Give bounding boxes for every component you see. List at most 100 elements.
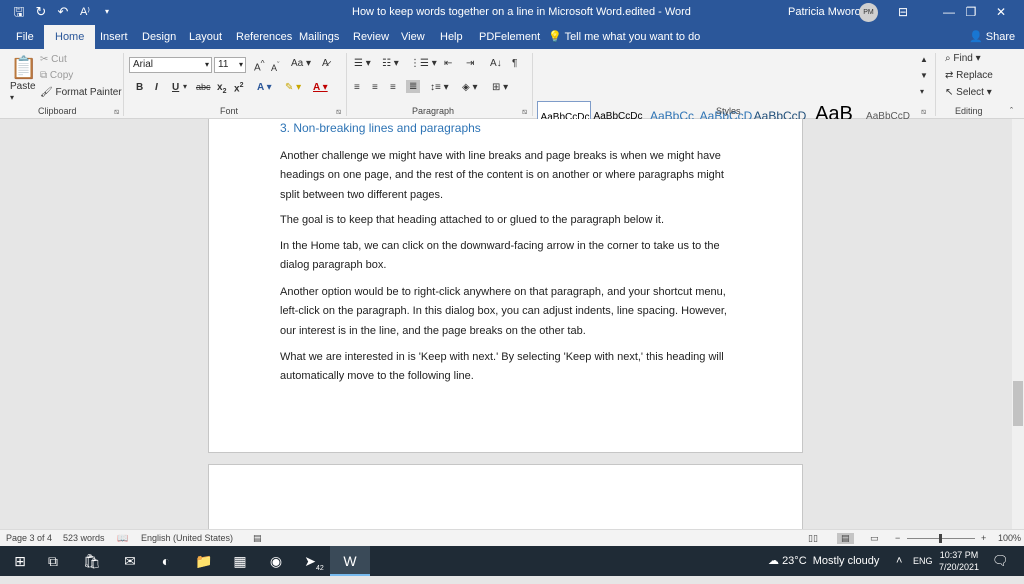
read-aloud-icon[interactable]: A⁾	[74, 3, 96, 21]
ribbon-display-icon[interactable]: ⊟	[880, 0, 926, 25]
numbering-icon[interactable]: ☷ ▾	[382, 58, 399, 69]
zoom-out-button[interactable]: −	[895, 533, 900, 543]
sort-icon[interactable]: A↓	[490, 58, 502, 69]
italic-button[interactable]: I	[155, 82, 158, 93]
clipboard-launcher-icon[interactable]: ⧅	[114, 107, 119, 117]
chevron-down-icon[interactable]: ▾	[183, 82, 187, 91]
share-button[interactable]: 👤 Share	[969, 25, 1015, 49]
undo-icon[interactable]: ↶	[52, 3, 74, 21]
notification-icon[interactable]: 🗨	[992, 546, 1009, 576]
styles-scroll-down-icon[interactable]: ▼	[920, 71, 928, 80]
tab-references[interactable]: References	[234, 25, 294, 49]
tab-review[interactable]: Review	[351, 25, 391, 49]
align-left-icon[interactable]: ≡	[354, 82, 360, 93]
cut-button[interactable]: ✂ Cut	[40, 54, 67, 65]
zoom-slider-thumb[interactable]	[939, 534, 942, 543]
text-effects-icon[interactable]: A ▾	[257, 82, 272, 93]
tab-file[interactable]: File	[14, 25, 36, 49]
file-explorer-icon[interactable]: 📁	[184, 546, 224, 576]
proofing-icon[interactable]: 📖	[117, 533, 128, 544]
grow-font-button[interactable]: A^	[254, 58, 265, 73]
autosave-icon[interactable]: ↻	[30, 3, 52, 21]
tab-help[interactable]: Help	[438, 25, 465, 49]
zoom-in-button[interactable]: +	[981, 533, 986, 543]
font-size-box[interactable]: 11 ▾	[214, 57, 246, 73]
paragraph-launcher-icon[interactable]: ⧅	[522, 107, 527, 117]
chevron-up-icon[interactable]: ˄	[896, 546, 902, 576]
find-button[interactable]: ⌕ Find ▾	[945, 53, 981, 64]
vertical-scrollbar[interactable]	[1012, 119, 1024, 529]
line-spacing-icon[interactable]: ↕≡ ▾	[430, 82, 449, 93]
replace-button[interactable]: ⇄ Replace	[945, 70, 993, 81]
font-launcher-icon[interactable]: ⧅	[336, 107, 341, 117]
increase-indent-icon[interactable]: ⇥	[466, 58, 474, 69]
page-count[interactable]: Page 3 of 4	[6, 533, 52, 543]
document-page[interactable]: 3. Non-breaking lines and paragraphs Ano…	[208, 119, 803, 453]
mail-icon[interactable]: ✉	[110, 546, 150, 576]
read-mode-icon[interactable]: ▯▯	[808, 533, 818, 544]
underline-button[interactable]: U	[172, 82, 179, 93]
multilevel-list-icon[interactable]: ⋮☰ ▾	[410, 58, 437, 69]
web-layout-icon[interactable]: ▭	[870, 533, 879, 544]
edge-icon[interactable]: ◐	[146, 546, 186, 576]
paste-dropdown-icon[interactable]: ▾	[10, 93, 14, 102]
tell-me-box[interactable]: 💡 Tell me what you want to do	[548, 25, 700, 49]
shading-icon[interactable]: ◈ ▾	[462, 82, 478, 93]
save-icon[interactable]: 🖫	[8, 3, 30, 21]
tab-view[interactable]: View	[399, 25, 427, 49]
body-paragraph[interactable]: Another option would be to right-click a…	[280, 283, 732, 341]
copy-button[interactable]: ⧉ Copy	[40, 70, 73, 81]
close-button[interactable]: ✕	[978, 0, 1024, 25]
scrollbar-thumb[interactable]	[1013, 381, 1023, 426]
decrease-indent-icon[interactable]: ⇤	[444, 58, 452, 69]
font-name-box[interactable]: Arial ▾	[129, 57, 212, 73]
tab-design[interactable]: Design	[140, 25, 178, 49]
chevron-down-icon[interactable]: ▾	[239, 58, 243, 72]
telegram-icon[interactable]: ➤42	[294, 546, 334, 576]
tab-insert[interactable]: Insert	[98, 25, 130, 49]
document-canvas[interactable]: 3. Non-breaking lines and paragraphs Ano…	[0, 119, 1024, 529]
tab-pdfelement[interactable]: PDFelement	[477, 25, 542, 49]
font-color-icon[interactable]: A ▾	[313, 82, 328, 93]
body-paragraph[interactable]: The goal is to keep that heading attache…	[280, 211, 732, 230]
store-icon[interactable]: 🛍	[72, 546, 112, 576]
superscript-button[interactable]: x2	[234, 82, 243, 94]
strikethrough-button[interactable]: abc	[196, 82, 211, 92]
bullets-icon[interactable]: ☰ ▾	[354, 58, 371, 69]
macro-icon[interactable]: ▤	[253, 533, 262, 544]
shrink-font-button[interactable]: Aˇ	[271, 60, 280, 73]
weather-widget[interactable]: ☁ 23°C Mostly cloudy	[768, 546, 879, 576]
user-name[interactable]: Patricia Mworozi	[788, 6, 869, 18]
tab-mailings[interactable]: Mailings	[297, 25, 341, 49]
bold-button[interactable]: B	[136, 82, 143, 93]
highlight-icon[interactable]: ✎ ▾	[285, 82, 301, 93]
customize-qat-icon[interactable]: ▾	[96, 3, 118, 21]
word-icon[interactable]: W	[330, 546, 370, 576]
tab-layout[interactable]: Layout	[187, 25, 224, 49]
change-case-button[interactable]: Aa ▾	[291, 58, 311, 69]
paste-icon[interactable]: 📋	[10, 55, 37, 81]
body-paragraph[interactable]: In the Home tab, we can click on the dow…	[280, 237, 732, 276]
language-indicator[interactable]: ENG	[913, 546, 933, 576]
avatar[interactable]: PM	[859, 3, 878, 22]
chevron-down-icon[interactable]: ▾	[205, 58, 209, 72]
subscript-button[interactable]: x2	[217, 82, 226, 95]
pilcrow-icon[interactable]: ¶	[512, 58, 517, 69]
borders-icon[interactable]: ⊞ ▾	[492, 82, 508, 93]
clock[interactable]: 10:37 PM 7/20/2021	[938, 549, 980, 573]
zoom-level[interactable]: 100%	[998, 533, 1021, 543]
styles-scroll-up-icon[interactable]: ▲	[920, 55, 928, 64]
calculator-icon[interactable]: ▦	[220, 546, 260, 576]
align-right-icon[interactable]: ≡	[390, 82, 396, 93]
clear-formatting-icon[interactable]: A̷	[322, 58, 329, 69]
styles-launcher-icon[interactable]: ⧅	[921, 107, 926, 117]
language[interactable]: English (United States)	[141, 533, 233, 543]
word-count[interactable]: 523 words	[63, 533, 105, 543]
body-paragraph[interactable]: What we are interested in is 'Keep with …	[280, 348, 732, 387]
select-button[interactable]: ↖ Select ▾	[945, 87, 992, 98]
styles-more-icon[interactable]: ▾	[920, 87, 924, 96]
paste-button[interactable]: Paste	[10, 81, 36, 92]
justify-icon[interactable]: ≣	[406, 80, 421, 93]
format-painter-button[interactable]: 🖌 Format Painter	[40, 87, 122, 98]
print-layout-icon[interactable]: ▤	[837, 533, 854, 544]
